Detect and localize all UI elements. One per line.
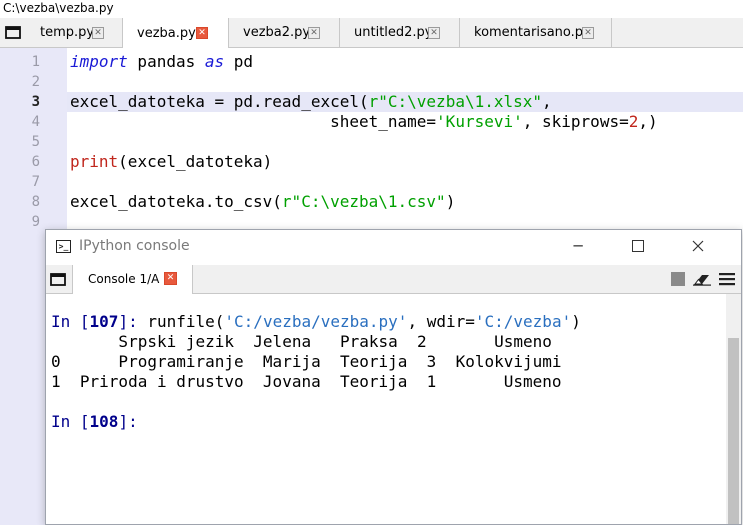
console-tabs-menu-button[interactable]	[49, 271, 67, 287]
code-text: ,	[542, 92, 552, 111]
code-line-8: excel_datoteka.to_csv(r"C:\vezba\1.csv")	[70, 192, 455, 212]
close-icon[interactable]: ✕	[92, 27, 104, 39]
close-icon[interactable]: ✕	[308, 27, 320, 39]
stop-icon[interactable]	[671, 272, 685, 286]
code-text: sheet_name=	[70, 112, 437, 131]
code-text: , skiprows=	[522, 112, 629, 131]
close-window-button[interactable]	[675, 230, 721, 262]
console-toolbar	[671, 271, 735, 287]
maximize-button[interactable]	[615, 230, 661, 262]
tab-komentarisano[interactable]: komentarisano.py ✕	[460, 18, 612, 47]
code-line-6: print(excel_datoteka)	[70, 152, 272, 172]
tab-label: vezba.py	[137, 25, 196, 41]
close-icon	[692, 240, 704, 252]
close-icon[interactable]: ✕	[428, 27, 440, 39]
maximize-icon	[632, 240, 644, 252]
code-text: excel_datoteka.to_csv(	[70, 192, 282, 211]
eraser-icon[interactable]	[693, 272, 711, 286]
console-string: 'C:/vezba'	[474, 312, 572, 331]
output-row: 1 Priroda i drustvo Jovana Teorija 1 Usm…	[51, 372, 562, 391]
code-text: (excel_datoteka)	[118, 152, 273, 171]
console-title-bar[interactable]: >_ IPython console ─	[46, 230, 741, 264]
tab-label: vezba2.py	[243, 25, 311, 40]
line-number: 9	[31, 214, 40, 230]
minimize-button[interactable]: ─	[555, 230, 601, 262]
tab-vezba2[interactable]: vezba2.py ✕	[229, 18, 340, 47]
close-icon[interactable]: ✕	[582, 27, 594, 39]
console-input-line: In [107]: runfile('C:/vezba/vezba.py', w…	[51, 312, 581, 332]
code-keyword: as	[204, 52, 225, 71]
scrollbar-thumb[interactable]	[728, 338, 739, 524]
prompt-text: In [	[51, 312, 90, 331]
tab-temp[interactable]: temp.py ✕	[26, 18, 123, 47]
console-tab-label: Console 1/A	[88, 272, 160, 286]
ipython-console-window: >_ IPython console ─ Console 1/A ✕ In [1…	[45, 229, 742, 525]
tab-vezba[interactable]: vezba.py ✕	[123, 18, 229, 48]
window-icon	[5, 26, 21, 39]
line-number-current: 3	[31, 94, 40, 110]
console-code: )	[571, 312, 581, 331]
code-text: ,)	[638, 112, 658, 131]
prompt-text: In [	[51, 412, 90, 431]
close-icon[interactable]: ✕	[196, 27, 208, 39]
prompt-number: 108	[89, 412, 119, 431]
line-number: 2	[31, 74, 40, 90]
line-number: 1	[31, 54, 40, 70]
code-line-3: excel_datoteka = pd.read_excel(r"C:\vezb…	[70, 92, 552, 112]
code-line-1: import pandas as pd	[70, 52, 253, 72]
code-builtin: print	[70, 152, 119, 171]
line-number: 4	[31, 114, 40, 130]
code-text: pandas	[127, 52, 205, 71]
output-header-row: Srpski jezik Jelena Praksa 2 Usmeno	[51, 332, 552, 351]
console-output[interactable]: In [107]: runfile('C:/vezba/vezba.py', w…	[46, 294, 726, 524]
prompt-text: ]:	[118, 312, 138, 331]
console-tab-bar: Console 1/A ✕	[46, 265, 741, 294]
console-code: , wdir=	[407, 312, 475, 331]
console-title: IPython console	[79, 238, 190, 254]
tab-console-1a[interactable]: Console 1/A ✕	[72, 265, 193, 294]
tab-label: untitled2.py	[354, 25, 433, 40]
code-string: r"C:\vezba\1.xlsx"	[368, 92, 543, 111]
tab-label: temp.py	[40, 25, 95, 40]
line-number: 8	[31, 194, 40, 210]
window-path: C:\vezba\vezba.py	[0, 0, 743, 18]
hamburger-menu-icon[interactable]	[719, 272, 735, 286]
code-line-4: sheet_name='Kursevi', skiprows=2,)	[70, 112, 658, 132]
console-string: 'C:/vezba/vezba.py'	[224, 312, 408, 331]
output-row: 0 Programiranje Marija Teorija 3 Kolokvi…	[51, 352, 562, 371]
editor-tab-bar: temp.py ✕ vezba.py ✕ vezba2.py ✕ untitle…	[0, 18, 743, 48]
console-code: runfile(	[137, 312, 225, 331]
code-text: )	[445, 192, 456, 211]
minimize-icon: ─	[573, 237, 583, 255]
code-number: 2	[628, 112, 639, 131]
line-number: 6	[31, 154, 40, 170]
code-keyword: import	[70, 52, 128, 71]
close-icon[interactable]: ✕	[164, 272, 177, 285]
terminal-icon: >_	[56, 240, 71, 253]
line-number: 7	[31, 174, 40, 190]
console-scrollbar[interactable]	[726, 294, 741, 524]
prompt-text: ]:	[118, 412, 138, 431]
tab-untitled2[interactable]: untitled2.py ✕	[340, 18, 460, 47]
code-text: pd	[224, 52, 254, 71]
tabs-menu-button[interactable]	[0, 18, 26, 47]
code-text: excel_datoteka = pd.read_excel(	[70, 92, 369, 111]
line-number: 5	[31, 134, 40, 150]
console-prompt-line: In [108]:	[51, 412, 138, 432]
code-string: 'Kursevi'	[436, 112, 523, 131]
window-icon	[50, 272, 66, 286]
prompt-number: 107	[89, 312, 119, 331]
code-string: r"C:\vezba\1.csv"	[281, 192, 446, 211]
tab-label: komentarisano.py	[474, 25, 591, 40]
